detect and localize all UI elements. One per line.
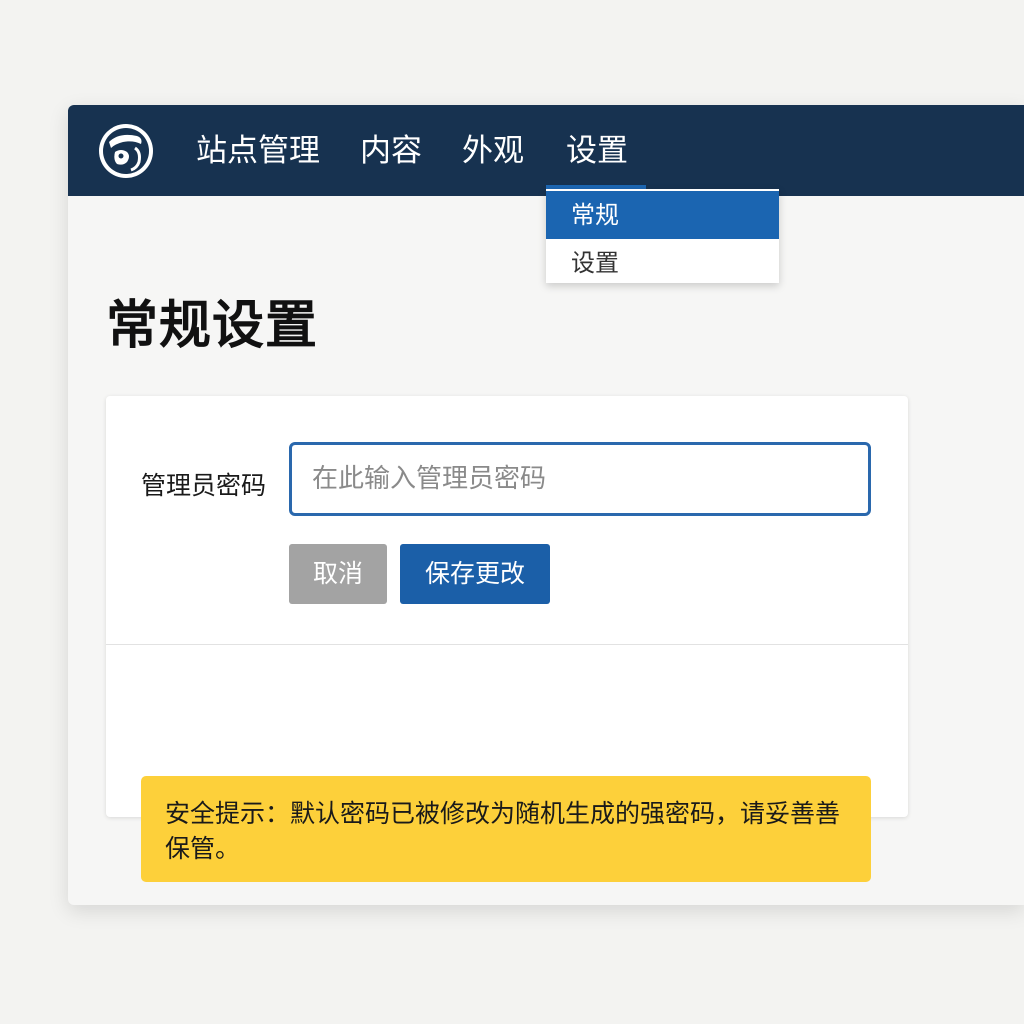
nav-item-content[interactable]: 内容 [360,131,422,171]
admin-password-input[interactable] [289,442,871,516]
dropdown-item-settings[interactable]: 设置 [546,239,779,287]
settings-dropdown-menu: 常规 设置 [546,189,779,283]
save-changes-button[interactable]: 保存更改 [400,544,550,604]
cancel-button[interactable]: 取消 [289,544,387,604]
top-navbar: 站点管理 内容 外观 设置 [68,105,1024,196]
nav-item-settings[interactable]: 设置 [566,131,628,171]
card-divider [106,644,908,645]
settings-card: 管理员密码 取消 保存更改 安全提示：默认密码已被修改为随机生成的强密码，请妥善… [106,396,908,882]
security-alert: 安全提示：默认密码已被修改为随机生成的强密码，请妥善善保管。 [141,776,871,882]
page-title: 常规设置 [106,296,319,356]
password-label: 管理员密码 [141,471,267,500]
nav-item-appearance[interactable]: 外观 [462,131,524,171]
site-logo-icon[interactable] [97,122,155,180]
dropdown-item-general[interactable]: 常规 [546,191,779,239]
app-window: 站点管理 内容 外观 设置 常规 设置 常规设置 管理员密码 取消 保存更改 安… [68,105,1024,905]
nav-item-site-management[interactable]: 站点管理 [196,131,320,171]
